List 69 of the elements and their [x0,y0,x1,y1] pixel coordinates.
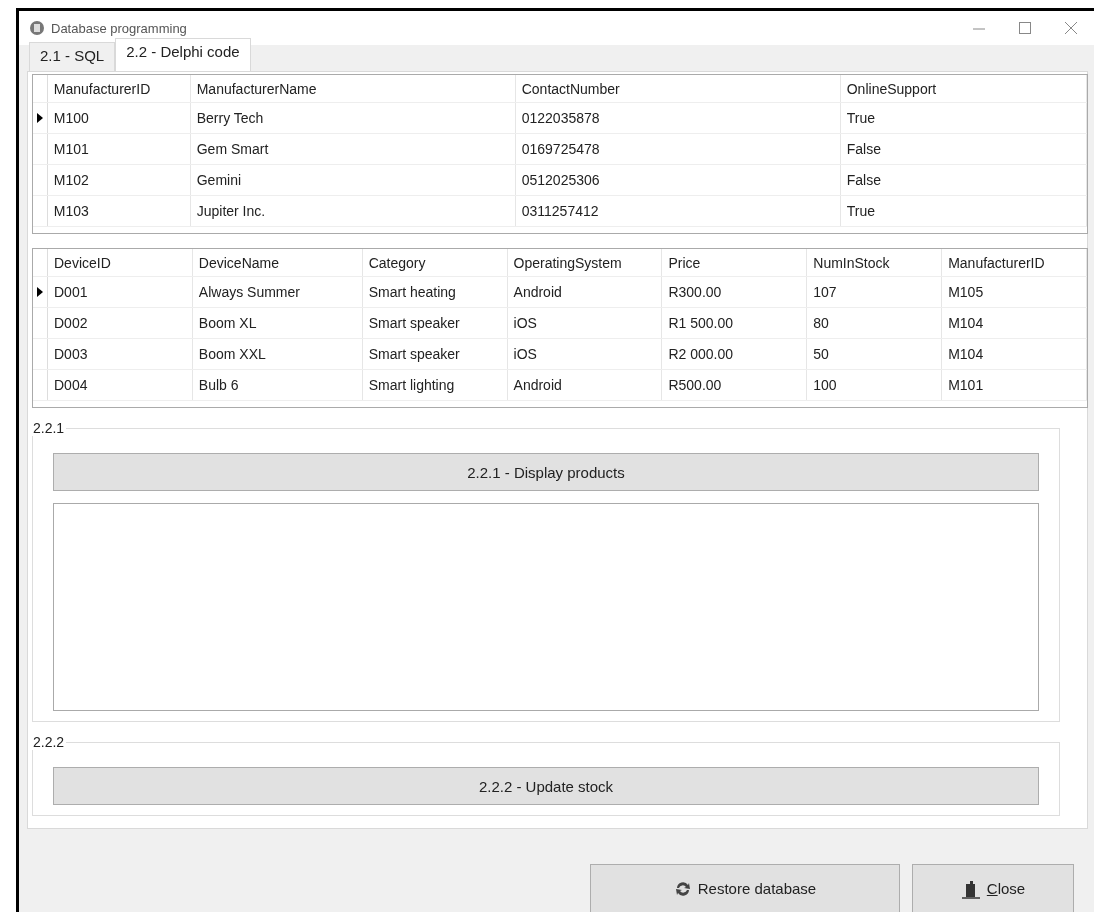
window-title: Database programming [51,20,187,36]
table-cell: 100 [807,370,943,400]
table-cell: True [840,196,1087,226]
table-cell: R300.00 [662,277,808,307]
table-cell: Smart lighting [362,370,508,400]
close-button[interactable]: Close [912,864,1074,912]
table-cell: R2 000.00 [662,339,808,369]
action-button[interactable]: 2.2.2 - Update stock [53,767,1039,805]
table-cell: D002 [48,308,193,338]
table-cell: Android [507,370,663,400]
table-cell: Boom XL [192,308,363,338]
table-cell: M104 [942,308,1087,338]
table-cell: R1 500.00 [662,308,808,338]
group-caption: 2.2.1 [31,420,67,436]
table-cell: M101 [47,134,191,164]
app-icon [29,20,45,36]
maximize-icon[interactable] [1018,21,1032,35]
table-cell: False [840,165,1087,195]
table-cell: Berry Tech [190,103,516,133]
table-cell: M101 [942,370,1087,400]
column-header[interactable]: ManufacturerID [47,75,191,102]
table-cell: M100 [47,103,191,133]
table-cell: iOS [507,308,663,338]
table-cell: Smart heating [362,277,508,307]
table-cell: M103 [47,196,191,226]
column-header[interactable]: DeviceID [48,249,193,276]
column-header[interactable]: DeviceName [192,249,363,276]
table-cell: D003 [48,339,193,369]
group-caption: 2.2.2 [31,734,67,750]
restore-button[interactable]: Restore database [590,864,900,912]
table-cell: Gemini [190,165,516,195]
table-cell: 80 [807,308,943,338]
column-header[interactable]: ManufacturerID [942,249,1087,276]
table-cell: D001 [48,277,193,307]
table-cell: Smart speaker [362,339,508,369]
table-cell: Bulb 6 [192,370,363,400]
table-cell: R500.00 [662,370,808,400]
column-header[interactable]: Category [362,249,508,276]
table-cell: 0169725478 [515,134,841,164]
table-cell: M102 [47,165,191,195]
column-header[interactable]: OnlineSupport [840,75,1087,102]
table-cell: 0512025306 [515,165,841,195]
column-header[interactable]: ManufacturerName [190,75,516,102]
tab[interactable]: 2.2 - Delphi code [115,38,251,71]
table-cell: M105 [942,277,1087,307]
table-cell: 0311257412 [515,196,841,226]
column-header[interactable]: ContactNumber [515,75,841,102]
table-cell: Gem Smart [190,134,516,164]
table-cell: True [840,103,1087,133]
close-icon[interactable] [1064,21,1078,35]
column-header[interactable]: OperatingSystem [507,249,663,276]
table-cell: Boom XXL [192,339,363,369]
table-cell: 0122035878 [515,103,841,133]
column-header[interactable]: Price [662,249,808,276]
table-cell: iOS [507,339,663,369]
table-cell: 50 [807,339,943,369]
table-cell: M104 [942,339,1087,369]
action-button[interactable]: 2.2.1 - Display products [53,453,1039,491]
door-icon [960,878,981,899]
column-header[interactable]: NumInStock [807,249,943,276]
table-cell: Android [507,277,663,307]
table-cell: D004 [48,370,193,400]
table-cell: Always Summer [192,277,363,307]
table-cell: 107 [807,277,943,307]
table-cell: Jupiter Inc. [190,196,516,226]
table-cell: Smart speaker [362,308,508,338]
table-cell: False [840,134,1087,164]
tab[interactable]: 2.1 - SQL [29,42,116,71]
refresh-icon [673,879,692,898]
